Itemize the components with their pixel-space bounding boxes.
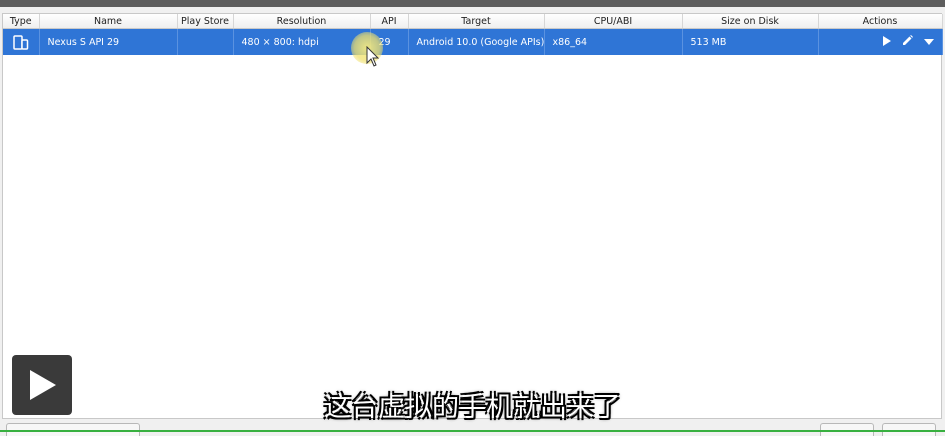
cpu-abi-cell: x86_64 <box>544 28 683 55</box>
launch-button[interactable] <box>882 35 892 49</box>
avd-manager-panel: Type Name Play Store Resolution API Targ… <box>2 13 943 419</box>
column-header-play-store[interactable]: Play Store <box>177 14 234 29</box>
menu-dropdown-icon <box>923 38 934 45</box>
column-header-size-on-disk[interactable]: Size on Disk <box>682 14 819 29</box>
table-header-row: Type Name Play Store Resolution API Targ… <box>3 14 943 29</box>
launch-icon <box>883 35 892 46</box>
column-header-name[interactable]: Name <box>39 14 178 29</box>
video-subtitle: 这台虚拟的手机就出来了 <box>324 392 621 423</box>
table-row[interactable]: Nexus S API 29 480 × 800: hdpi 29 Androi… <box>3 28 943 55</box>
target-cell: Android 10.0 (Google APIs) <box>408 28 545 55</box>
resolution-cell: 480 × 800: hdpi <box>233 28 371 55</box>
type-cell <box>3 28 40 55</box>
api-cell: 29 <box>370 28 409 55</box>
device-name-cell: Nexus S API 29 <box>39 28 178 55</box>
window-top-bar <box>0 0 945 7</box>
column-header-type[interactable]: Type <box>3 14 40 29</box>
play-store-cell <box>177 28 234 55</box>
size-on-disk-cell: 513 MB <box>682 28 819 55</box>
edit-icon <box>903 35 914 45</box>
actions-cell <box>818 28 943 55</box>
column-header-api[interactable]: API <box>370 14 409 29</box>
device-icon <box>13 34 28 50</box>
edit-button[interactable] <box>902 35 914 49</box>
column-header-actions: Actions <box>818 14 943 29</box>
column-header-cpu-abi[interactable]: CPU/ABI <box>544 14 683 29</box>
column-header-resolution[interactable]: Resolution <box>233 14 371 29</box>
virtual-devices-table: Type Name Play Store Resolution API Targ… <box>3 14 943 55</box>
column-header-target[interactable]: Target <box>408 14 545 29</box>
more-actions-dropdown[interactable] <box>923 37 934 48</box>
